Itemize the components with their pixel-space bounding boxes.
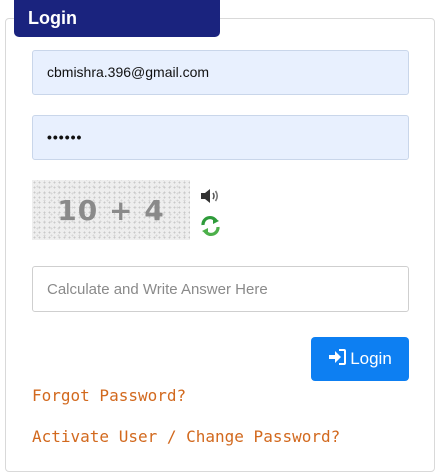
refresh-icon[interactable] (198, 214, 224, 238)
captcha-text: 10 + 4 (57, 193, 165, 227)
login-button-label: Login (350, 349, 392, 368)
login-title-text: Login (28, 8, 77, 28)
captcha-answer-input[interactable] (32, 266, 409, 312)
login-button[interactable]: Login (311, 337, 409, 381)
speaker-icon[interactable] (198, 184, 224, 208)
password-field[interactable]: •••••• (32, 115, 409, 160)
activate-user-link[interactable]: Activate User / Change Password? (32, 427, 340, 446)
email-field[interactable]: cbmishra.396@gmail.com (32, 50, 409, 95)
forgot-password-link[interactable]: Forgot Password? (32, 386, 186, 405)
captcha-image: 10 + 4 (32, 180, 190, 240)
login-title: Login (14, 0, 220, 37)
sign-in-icon (328, 348, 347, 370)
